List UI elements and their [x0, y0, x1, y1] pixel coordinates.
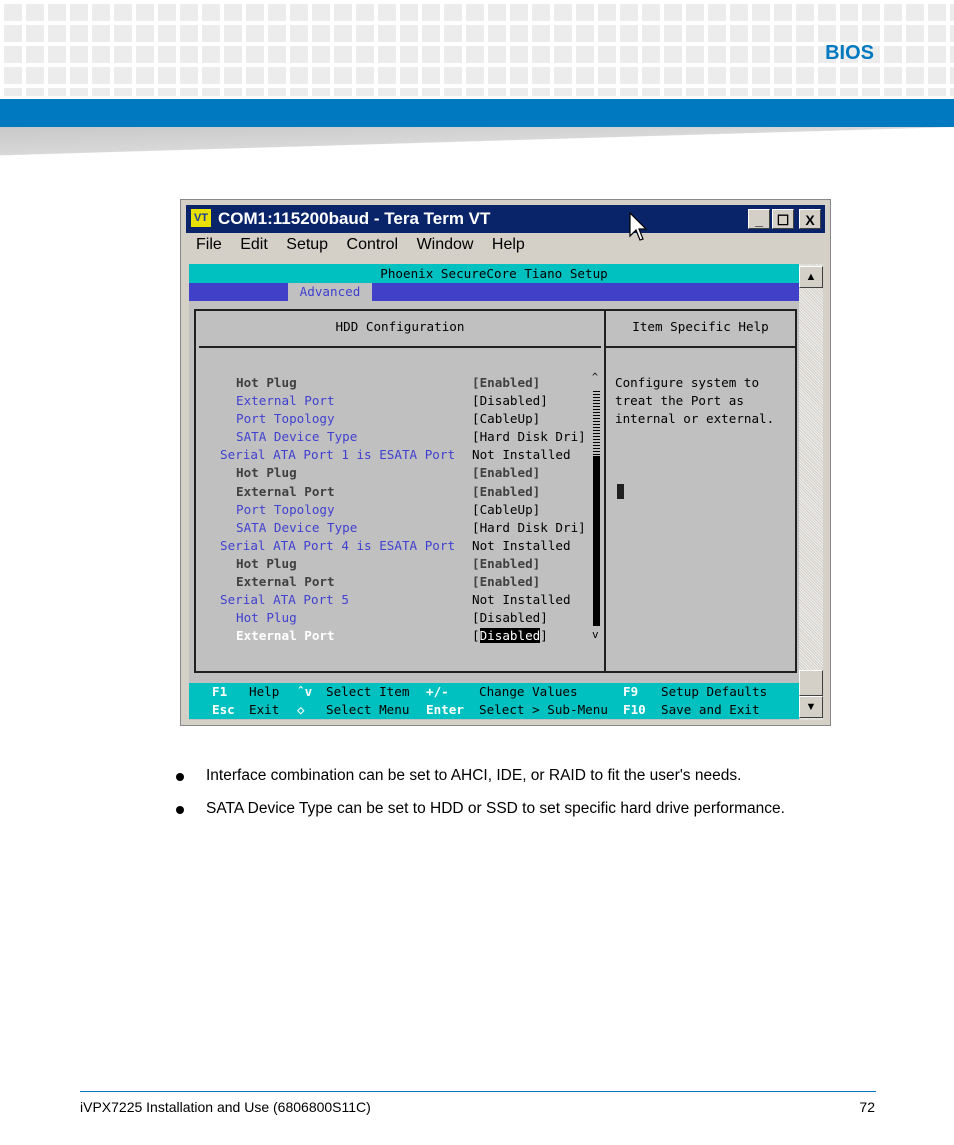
settings-list: Hot Plug [Enabled] External Port [Disabled]…: [189, 374, 604, 645]
setting-label: Hot Plug: [236, 610, 297, 626]
setting-value[interactable]: Not Installed: [472, 591, 571, 609]
setting-row[interactable]: SATA Device Type [Hard Disk Dri]: [189, 428, 604, 446]
setting-value[interactable]: [Enabled]: [472, 374, 540, 392]
setting-row[interactable]: Port Topology [CableUp]: [189, 410, 604, 428]
bullet-icon: [176, 806, 184, 814]
setting-row[interactable]: Serial ATA Port 4 is ESATA Port Not Insta…: [189, 537, 604, 555]
setting-value[interactable]: Not Installed: [472, 537, 571, 555]
setting-value[interactable]: [Hard Disk Dri]: [472, 428, 586, 446]
menu-bar: File Edit Setup Control Window Help: [196, 236, 539, 254]
setting-label: External Port: [236, 628, 335, 644]
setting-value[interactable]: [Disabled]: [472, 627, 548, 645]
setting-row[interactable]: Serial ATA Port 1 is ESATA Port Not Insta…: [189, 446, 604, 464]
key-legend: F1 Help ˆv Select Item +/- Change Values…: [189, 683, 799, 719]
setting-label: Hot Plug: [236, 555, 297, 571]
help-title: Item Specific Help: [632, 319, 769, 334]
setting-label: Port Topology: [236, 501, 335, 517]
bullet-text: SATA Device Type can be set to HDD or SS…: [206, 800, 785, 817]
setting-value[interactable]: [Disabled]: [472, 392, 548, 410]
setting-label: SATA Device Type: [236, 429, 358, 445]
header-pattern: [0, 0, 954, 96]
setting-value[interactable]: [Enabled]: [472, 573, 540, 591]
setting-label: External Port: [236, 483, 335, 499]
scroll-down-button[interactable]: ▼: [799, 696, 823, 718]
setting-value[interactable]: [Enabled]: [472, 555, 540, 573]
setting-row[interactable]: External Port [Disabled]: [189, 627, 604, 645]
title-bar[interactable]: VT COM1:115200baud - Tera Term VT _ ☐ X: [186, 205, 825, 233]
setting-value[interactable]: Not Installed: [472, 446, 571, 464]
window-scrollbar[interactable]: ▲ ▼: [799, 264, 823, 720]
minimize-button[interactable]: _: [748, 209, 770, 229]
help-rule: [606, 346, 795, 348]
setting-row[interactable]: Port Topology [CableUp]: [189, 501, 604, 519]
footer-rule: [80, 1091, 876, 1092]
menu-help[interactable]: Help: [492, 236, 525, 253]
panel-title: HDD Configuration: [335, 319, 465, 334]
setting-label: Serial ATA Port 5: [220, 592, 349, 608]
setting-label: External Port: [236, 574, 335, 590]
scroll-up-button[interactable]: ▲: [799, 266, 823, 288]
menu-control[interactable]: Control: [347, 236, 399, 253]
setting-row[interactable]: External Port [Enabled]: [189, 573, 604, 591]
setting-value[interactable]: [CableUp]: [472, 501, 540, 519]
terminal-window: VT COM1:115200baud - Tera Term VT _ ☐ X …: [180, 199, 831, 726]
setting-label: Serial ATA Port 1 is ESATA Port: [220, 447, 456, 463]
setting-value[interactable]: [Enabled]: [472, 483, 540, 501]
header-bar: [0, 99, 954, 127]
menu-setup[interactable]: Setup: [286, 236, 328, 253]
setting-row[interactable]: Hot Plug [Enabled]: [189, 464, 604, 482]
header-wedge: [0, 127, 954, 161]
setting-label: External Port: [236, 393, 335, 409]
help-text: Configure system to treat the Port as in…: [615, 375, 775, 427]
setting-label: Hot Plug: [236, 465, 297, 481]
scroll-thumb[interactable]: [799, 670, 823, 696]
list-scroll-thumb[interactable]: [593, 456, 600, 626]
setting-label: Serial ATA Port 4 is ESATA Port: [220, 537, 456, 553]
bullet-text: Interface combination can be set to AHCI…: [206, 767, 742, 784]
header-rule: [199, 346, 601, 348]
setting-value[interactable]: [Enabled]: [472, 464, 540, 482]
menu-edit[interactable]: Edit: [240, 236, 268, 253]
setting-row[interactable]: Hot Plug [Disabled]: [189, 609, 604, 627]
scroll-up-icon[interactable]: ^: [592, 372, 598, 383]
setting-row[interactable]: Hot Plug [Enabled]: [189, 374, 604, 392]
document-title: iVPX7225 Installation and Use (6806800S1…: [80, 1099, 371, 1115]
menu-file[interactable]: File: [196, 236, 222, 253]
tab-advanced[interactable]: Advanced: [288, 283, 372, 301]
menu-window[interactable]: Window: [417, 236, 474, 253]
setting-row[interactable]: SATA Device Type [Hard Disk Dri]: [189, 519, 604, 537]
close-button[interactable]: X: [799, 209, 821, 229]
list-scroll-track[interactable]: [593, 391, 600, 455]
setting-row[interactable]: External Port [Enabled]: [189, 483, 604, 501]
window-title: COM1:115200baud - Tera Term VT: [218, 209, 491, 228]
app-icon: VT: [191, 209, 211, 227]
maximize-button[interactable]: ☐: [772, 209, 794, 229]
setting-value[interactable]: [Hard Disk Dri]: [472, 519, 586, 537]
cursor: [617, 484, 624, 499]
bullet-icon: [176, 773, 184, 781]
bios-banner: Phoenix SecureCore Tiano Setup: [189, 264, 799, 283]
setting-value[interactable]: [CableUp]: [472, 410, 540, 428]
setting-row[interactable]: Serial ATA Port 5 Not Installed: [189, 591, 604, 609]
mouse-pointer-icon: [629, 212, 648, 241]
setting-label: Hot Plug: [236, 375, 297, 390]
scroll-down-icon[interactable]: v: [592, 628, 599, 641]
setting-row[interactable]: Hot Plug [Enabled]: [189, 555, 604, 573]
setting-row[interactable]: External Port [Disabled]: [189, 392, 604, 410]
panel-divider: [604, 309, 606, 673]
setting-label: SATA Device Type: [236, 519, 358, 535]
tab-bar: [189, 283, 799, 301]
setting-value[interactable]: [Disabled]: [472, 609, 548, 627]
page-number: 72: [859, 1099, 875, 1115]
setting-label: Port Topology: [236, 411, 335, 427]
section-title: BIOS: [825, 42, 874, 64]
terminal-screen[interactable]: Phoenix SecureCore Tiano Setup Advanced …: [189, 264, 799, 720]
